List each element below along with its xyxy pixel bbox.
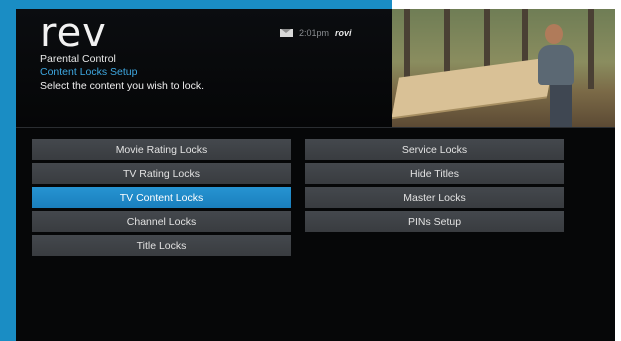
menu-item-movie-rating-locks[interactable]: Movie Rating Locks [32, 139, 291, 160]
menu-item-channel-locks[interactable]: Channel Locks [32, 211, 291, 232]
menu-item-tv-rating-locks[interactable]: TV Rating Locks [32, 163, 291, 184]
blue-border [0, 0, 16, 341]
clock: 2:01pm [299, 28, 330, 38]
menu-item-title-locks[interactable]: Title Locks [32, 235, 291, 256]
breadcrumb-title: Parental Control [40, 53, 116, 65]
header: rev Parental Control Content Locks Setup… [16, 9, 615, 127]
person-legs [550, 83, 572, 127]
lock-menu: Movie Rating Locks TV Rating Locks TV Cont… [32, 139, 566, 259]
menu-column-left: Movie Rating Locks TV Rating Locks TV Cont… [32, 139, 291, 259]
tree-trunk [588, 9, 594, 89]
menu-column-right: Service Locks Hide Titles Master Locks PINs… [305, 139, 564, 235]
instruction-text: Select the content you wish to lock. [40, 80, 205, 92]
rev-logo: rev [40, 10, 107, 56]
menu-item-master-locks[interactable]: Master Locks [305, 187, 564, 208]
menu-item-tv-content-locks[interactable]: TV Content Locks [32, 187, 291, 208]
menu-item-service-locks[interactable]: Service Locks [305, 139, 564, 160]
frame: rev Parental Control Content Locks Setup… [0, 0, 621, 341]
rovi-logo: rovi [335, 28, 352, 38]
menu-item-hide-titles[interactable]: Hide Titles [305, 163, 564, 184]
person-body [538, 45, 574, 85]
mail-icon [280, 29, 293, 37]
video-preview [392, 9, 615, 127]
blue-border-top [0, 0, 392, 9]
divider [16, 127, 615, 128]
wooden-board [392, 56, 555, 118]
menu-item-pins-setup[interactable]: PINs Setup [305, 211, 564, 232]
person-head [545, 24, 563, 44]
status-bar: 2:01pm rovi [280, 28, 352, 38]
breadcrumb-subtitle: Content Locks Setup [40, 66, 138, 78]
